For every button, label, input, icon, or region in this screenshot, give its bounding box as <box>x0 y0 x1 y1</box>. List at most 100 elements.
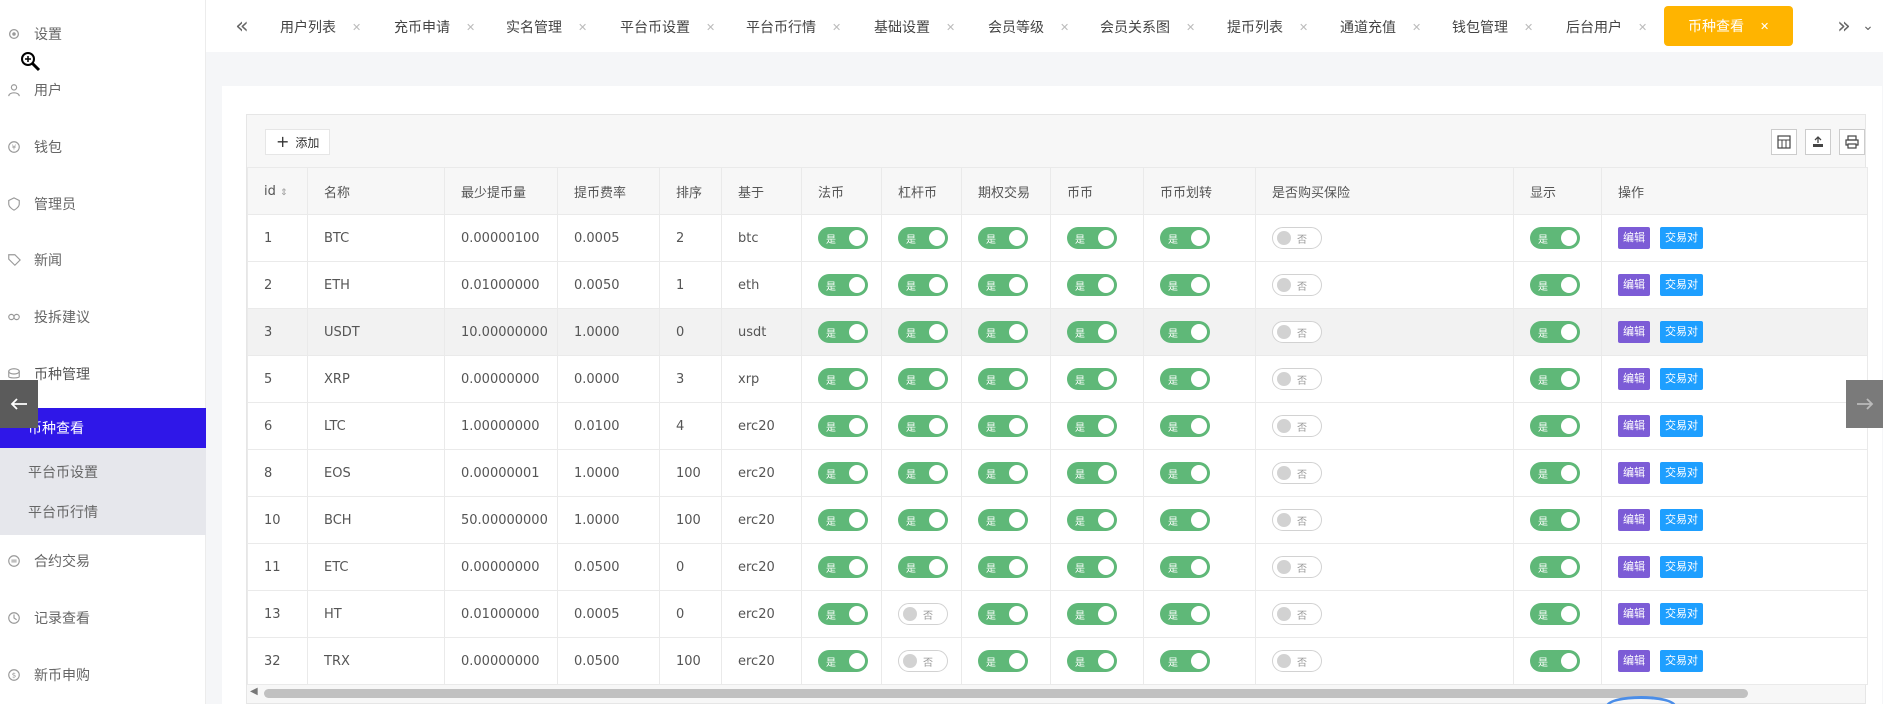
insurance-switch[interactable]: 否 <box>1272 368 1322 390</box>
option-switch[interactable]: 是 <box>978 556 1028 578</box>
fiat-switch[interactable]: 是 <box>818 556 868 578</box>
transfer-switch[interactable]: 是 <box>1160 415 1210 437</box>
trading-pair-button[interactable]: 交易对 <box>1660 556 1703 578</box>
export-icon[interactable] <box>1805 129 1831 155</box>
trading-pair-button[interactable]: 交易对 <box>1660 650 1703 672</box>
lever-switch[interactable]: 是 <box>898 321 948 343</box>
show-switch[interactable]: 是 <box>1530 509 1580 531</box>
sidebar-item-feedback[interactable]: 投拆建议 <box>0 297 206 337</box>
coin-switch[interactable]: 是 <box>1067 650 1117 672</box>
coin-switch[interactable]: 是 <box>1067 415 1117 437</box>
fiat-switch[interactable]: 是 <box>818 368 868 390</box>
transfer-switch[interactable]: 是 <box>1160 274 1210 296</box>
lever-switch[interactable]: 否 <box>898 603 948 625</box>
fiat-switch[interactable]: 是 <box>818 509 868 531</box>
tab-basic-settings[interactable]: 基础设置 ✕ <box>874 12 955 42</box>
transfer-switch[interactable]: 是 <box>1160 368 1210 390</box>
tab-kyc[interactable]: 实名管理 ✕ <box>506 12 587 42</box>
transfer-switch[interactable]: 是 <box>1160 321 1210 343</box>
tab-coin-view[interactable]: 币种查看 ✕ <box>1664 6 1794 46</box>
tab-scroll-left-icon[interactable]: « <box>230 14 254 39</box>
lever-switch[interactable]: 是 <box>898 462 948 484</box>
tab-scroll-right-icon[interactable]: » <box>1832 14 1856 39</box>
close-icon[interactable]: ✕ <box>706 21 715 34</box>
insurance-switch[interactable]: 否 <box>1272 462 1322 484</box>
lever-switch[interactable]: 是 <box>898 368 948 390</box>
show-switch[interactable]: 是 <box>1530 556 1580 578</box>
option-switch[interactable]: 是 <box>978 603 1028 625</box>
trading-pair-button[interactable]: 交易对 <box>1660 274 1703 296</box>
insurance-switch[interactable]: 否 <box>1272 415 1322 437</box>
option-switch[interactable]: 是 <box>978 321 1028 343</box>
close-icon[interactable]: ✕ <box>832 21 841 34</box>
option-switch[interactable]: 是 <box>978 368 1028 390</box>
edit-button[interactable]: 编辑 <box>1618 368 1650 390</box>
tab-platform-coin-settings[interactable]: 平台币设置 ✕ <box>620 12 715 42</box>
columns-filter-icon[interactable] <box>1771 129 1797 155</box>
fiat-switch[interactable]: 是 <box>818 462 868 484</box>
edit-button[interactable]: 编辑 <box>1618 462 1650 484</box>
edit-button[interactable]: 编辑 <box>1618 509 1650 531</box>
coin-switch[interactable]: 是 <box>1067 603 1117 625</box>
trading-pair-button[interactable]: 交易对 <box>1660 368 1703 390</box>
insurance-switch[interactable]: 否 <box>1272 556 1322 578</box>
tab-withdraw-list[interactable]: 提币列表 ✕ <box>1227 12 1308 42</box>
lever-switch[interactable]: 否 <box>898 650 948 672</box>
fiat-switch[interactable]: 是 <box>818 321 868 343</box>
sidebar-item-contract[interactable]: 合约交易 <box>0 541 206 581</box>
close-icon[interactable]: ✕ <box>1299 21 1308 34</box>
option-switch[interactable]: 是 <box>978 650 1028 672</box>
option-switch[interactable]: 是 <box>978 274 1028 296</box>
close-icon[interactable]: ✕ <box>352 21 361 34</box>
lever-switch[interactable]: 是 <box>898 227 948 249</box>
coin-switch[interactable]: 是 <box>1067 509 1117 531</box>
show-switch[interactable]: 是 <box>1530 274 1580 296</box>
transfer-switch[interactable]: 是 <box>1160 650 1210 672</box>
edit-button[interactable]: 编辑 <box>1618 321 1650 343</box>
trading-pair-button[interactable]: 交易对 <box>1660 603 1703 625</box>
coin-switch[interactable]: 是 <box>1067 368 1117 390</box>
insurance-switch[interactable]: 否 <box>1272 603 1322 625</box>
insurance-switch[interactable]: 否 <box>1272 274 1322 296</box>
transfer-switch[interactable]: 是 <box>1160 509 1210 531</box>
scroll-left-arrow-icon[interactable]: ◀ <box>250 686 258 697</box>
coin-switch[interactable]: 是 <box>1067 321 1117 343</box>
insurance-switch[interactable]: 否 <box>1272 227 1322 249</box>
close-icon[interactable]: ✕ <box>466 21 475 34</box>
transfer-switch[interactable]: 是 <box>1160 603 1210 625</box>
lever-switch[interactable]: 是 <box>898 415 948 437</box>
trading-pair-button[interactable]: 交易对 <box>1660 509 1703 531</box>
show-switch[interactable]: 是 <box>1530 368 1580 390</box>
close-icon[interactable]: ✕ <box>1760 20 1769 33</box>
option-switch[interactable]: 是 <box>978 415 1028 437</box>
tab-platform-coin-market[interactable]: 平台币行情 ✕ <box>746 12 841 42</box>
trading-pair-button[interactable]: 交易对 <box>1660 227 1703 249</box>
tab-wallet-management[interactable]: 钱包管理 ✕ <box>1452 12 1533 42</box>
add-button[interactable]: + 添加 <box>265 129 331 155</box>
column-header-id[interactable]: id ⇕ <box>247 167 308 215</box>
show-switch[interactable]: 是 <box>1530 321 1580 343</box>
submenu-item-platform-coin-market[interactable]: 平台币行情 <box>0 492 206 532</box>
sidebar-item-user[interactable]: 用户 <box>0 70 206 110</box>
sidebar-item-wallet[interactable]: ¥ 钱包 <box>0 127 206 167</box>
sidebar-item-records[interactable]: 记录查看 <box>0 598 206 638</box>
edit-button[interactable]: 编辑 <box>1618 227 1650 249</box>
sidebar-item-admin[interactable]: 管理员 <box>0 184 206 224</box>
fiat-switch[interactable]: 是 <box>818 650 868 672</box>
transfer-switch[interactable]: 是 <box>1160 227 1210 249</box>
trading-pair-button[interactable]: 交易对 <box>1660 462 1703 484</box>
tab-member-relations[interactable]: 会员关系图 ✕ <box>1100 12 1195 42</box>
page-next-button[interactable] <box>1846 380 1883 428</box>
fiat-switch[interactable]: 是 <box>818 227 868 249</box>
edit-button[interactable]: 编辑 <box>1618 274 1650 296</box>
show-switch[interactable]: 是 <box>1530 227 1580 249</box>
coin-switch[interactable]: 是 <box>1067 462 1117 484</box>
close-icon[interactable]: ✕ <box>946 21 955 34</box>
fiat-switch[interactable]: 是 <box>818 274 868 296</box>
show-switch[interactable]: 是 <box>1530 650 1580 672</box>
print-icon[interactable] <box>1839 129 1865 155</box>
trading-pair-button[interactable]: 交易对 <box>1660 321 1703 343</box>
trading-pair-button[interactable]: 交易对 <box>1660 415 1703 437</box>
close-icon[interactable]: ✕ <box>1060 21 1069 34</box>
lever-switch[interactable]: 是 <box>898 274 948 296</box>
